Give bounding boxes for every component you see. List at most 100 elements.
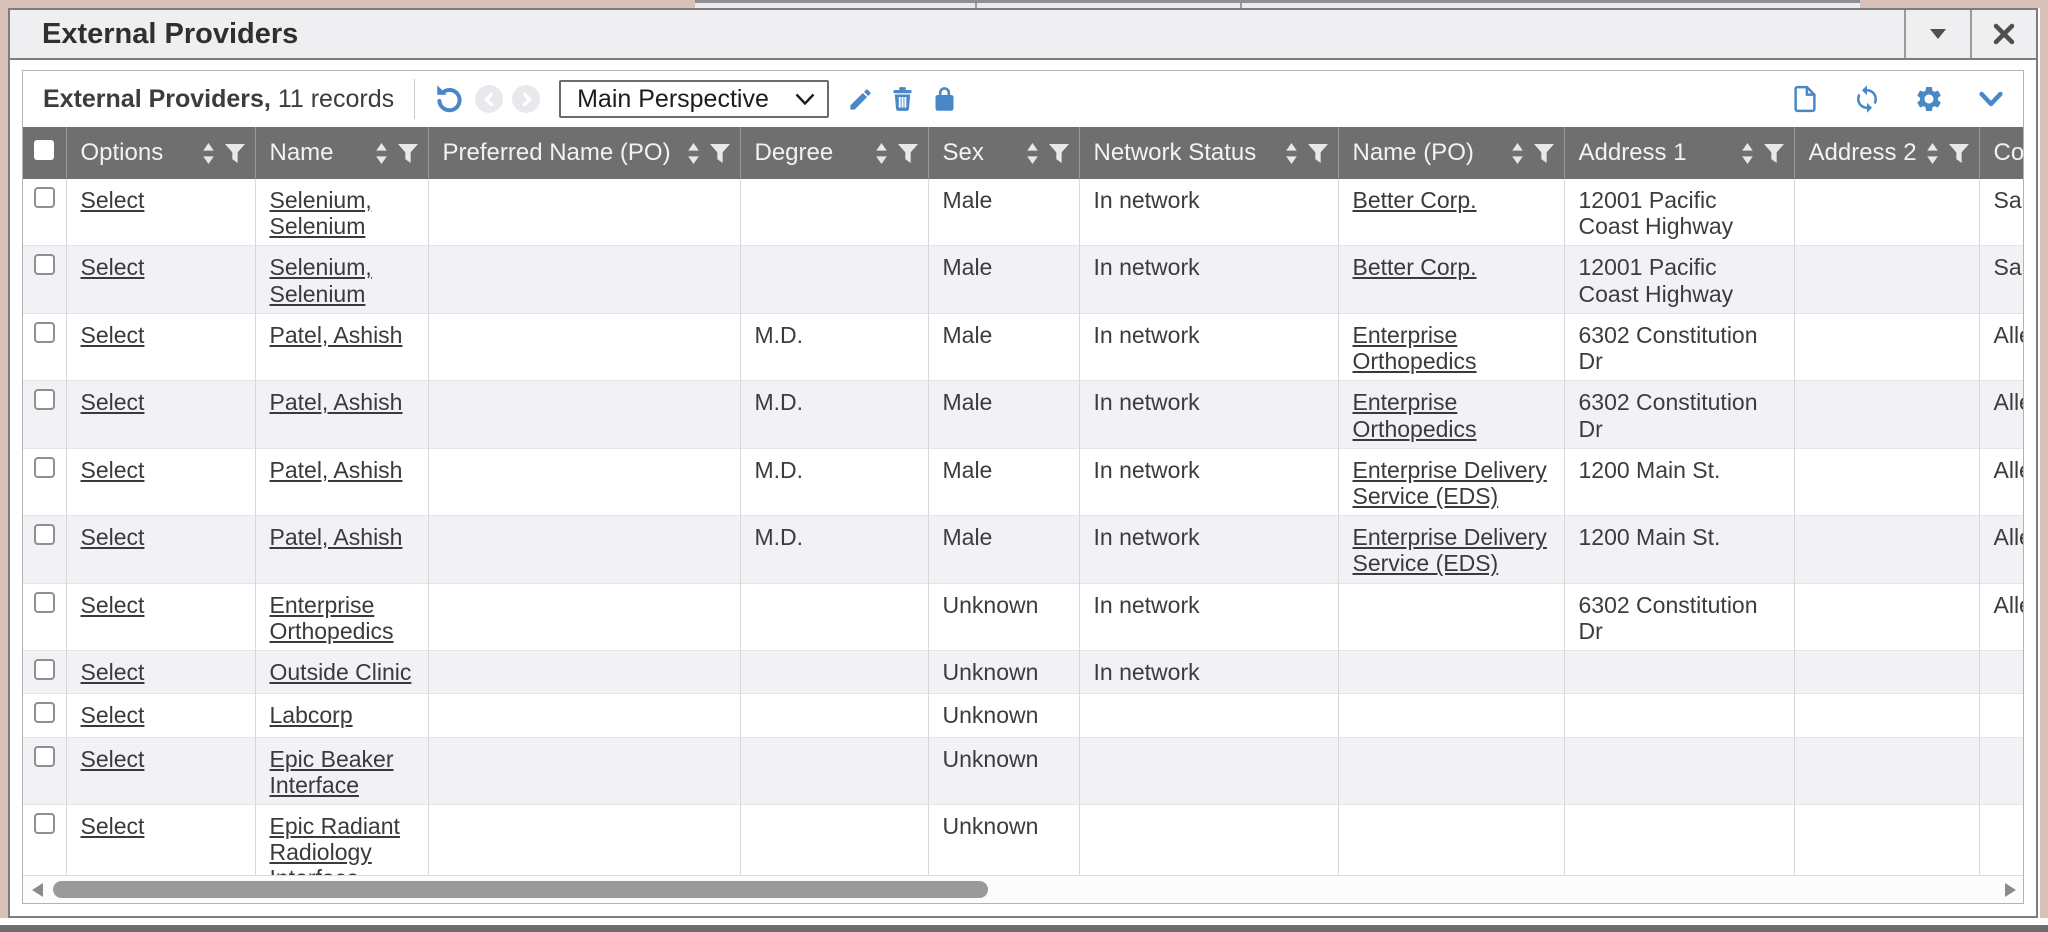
close-icon — [1992, 22, 2016, 46]
column-header-address2[interactable]: Address 2 — [1794, 127, 1979, 179]
filter-funnel-icon[interactable] — [1764, 144, 1784, 163]
row-checkbox[interactable] — [34, 702, 55, 723]
row-checkbox[interactable] — [34, 659, 55, 680]
options-link[interactable]: Select — [81, 702, 145, 728]
name-link[interactable]: Epic Beaker Interface — [270, 746, 394, 798]
sort-icon[interactable] — [1025, 143, 1040, 164]
undo-button[interactable] — [433, 83, 465, 115]
scroll-right-icon[interactable] — [2005, 883, 2016, 897]
scroll-left-icon[interactable] — [32, 883, 43, 897]
name_po-link[interactable]: Enterprise Orthopedics — [1353, 322, 1477, 374]
refresh-button[interactable] — [1851, 83, 1883, 115]
window-close-button[interactable] — [1970, 10, 2036, 58]
options-link[interactable]: Select — [81, 322, 145, 348]
new-record-button[interactable] — [1789, 83, 1821, 115]
sort-icon[interactable] — [1740, 143, 1755, 164]
row-checkbox[interactable] — [34, 389, 55, 410]
address2-cell — [1794, 583, 1979, 650]
window-menu-button[interactable] — [1904, 10, 1970, 58]
lock-perspective-button[interactable] — [929, 83, 961, 115]
filter-funnel-icon[interactable] — [1308, 144, 1328, 163]
settings-button[interactable] — [1913, 83, 1945, 115]
options-link[interactable]: Select — [81, 524, 145, 550]
name-link[interactable]: Patel, Ashish — [270, 524, 403, 550]
column-header-options[interactable]: Options — [66, 127, 255, 179]
sort-icon[interactable] — [374, 143, 389, 164]
address1-cell — [1564, 651, 1794, 694]
filter-funnel-icon[interactable] — [898, 144, 918, 163]
table-row: SelectSelenium, SeleniumMaleIn networkBe… — [23, 179, 2023, 246]
row-checkbox[interactable] — [34, 813, 55, 834]
options-link[interactable]: Select — [81, 813, 145, 839]
name-link[interactable]: Patel, Ashish — [270, 457, 403, 483]
filter-funnel-icon[interactable] — [225, 144, 245, 163]
options-link[interactable]: Select — [81, 254, 145, 280]
name-link[interactable]: Outside Clinic — [270, 659, 412, 685]
name-link[interactable]: Epic Radiant Radiology Interface — [270, 813, 400, 875]
name-link[interactable]: Patel, Ashish — [270, 389, 403, 415]
previous-page-button[interactable] — [475, 85, 503, 113]
collapse-toolbar-button[interactable] — [1975, 83, 2007, 115]
row-checkbox[interactable] — [34, 187, 55, 208]
external-providers-grid: External Providers, 11 records Main Pers… — [22, 70, 2024, 904]
row-checkbox[interactable] — [34, 322, 55, 343]
row-checkbox[interactable] — [34, 254, 55, 275]
row-checkbox[interactable] — [34, 457, 55, 478]
name_po-link[interactable]: Enterprise Delivery Service (EDS) — [1353, 457, 1547, 509]
options-link[interactable]: Select — [81, 389, 145, 415]
filter-funnel-icon[interactable] — [1949, 144, 1969, 163]
filter-funnel-icon[interactable] — [398, 144, 418, 163]
options-link[interactable]: Select — [81, 187, 145, 213]
row-checkbox[interactable] — [34, 592, 55, 613]
name_po-link[interactable]: Enterprise Delivery Service (EDS) — [1353, 524, 1547, 576]
row-checkbox[interactable] — [34, 524, 55, 545]
address2-cell — [1794, 448, 1979, 515]
name-link[interactable]: Labcorp — [270, 702, 353, 728]
column-header-address1[interactable]: Address 1 — [1564, 127, 1794, 179]
scrollbar-thumb[interactable] — [53, 881, 988, 898]
sort-icon[interactable] — [1510, 143, 1525, 164]
name_po-link[interactable]: Better Corp. — [1353, 187, 1477, 213]
column-header-preferred_name[interactable]: Preferred Name (PO) — [428, 127, 740, 179]
name-link[interactable]: Selenium, Selenium — [270, 254, 372, 306]
network_status-cell — [1079, 804, 1338, 875]
options-link[interactable]: Select — [81, 457, 145, 483]
sort-icon[interactable] — [1925, 143, 1940, 164]
select-all-checkbox[interactable] — [34, 140, 54, 160]
network_status-cell: In network — [1079, 381, 1338, 448]
toolbar-divider — [414, 79, 415, 119]
network_status-cell — [1079, 737, 1338, 804]
sort-icon[interactable] — [201, 143, 216, 164]
perspective-select[interactable]: Main Perspective — [559, 80, 829, 118]
column-header-county[interactable]: County — [1979, 127, 2023, 179]
preferred_name-cell — [428, 179, 740, 246]
sort-icon[interactable] — [874, 143, 889, 164]
name_po-link[interactable]: Better Corp. — [1353, 254, 1477, 280]
name_po-link[interactable]: Enterprise Orthopedics — [1353, 389, 1477, 441]
name-link[interactable]: Patel, Ashish — [270, 322, 403, 348]
sort-icon[interactable] — [686, 143, 701, 164]
column-header-name_po[interactable]: Name (PO) — [1338, 127, 1564, 179]
horizontal-scrollbar[interactable] — [23, 875, 2023, 903]
filter-funnel-icon[interactable] — [1049, 144, 1069, 163]
filter-funnel-icon[interactable] — [1534, 144, 1554, 163]
name-link[interactable]: Enterprise Orthopedics — [270, 592, 394, 644]
edit-perspective-button[interactable] — [845, 83, 877, 115]
sort-icon[interactable] — [1284, 143, 1299, 164]
name-link[interactable]: Selenium, Selenium — [270, 187, 372, 239]
column-header-name[interactable]: Name — [255, 127, 428, 179]
column-header-network_status[interactable]: Network Status — [1079, 127, 1338, 179]
name_po-cell — [1338, 583, 1564, 650]
table-header-row: OptionsNamePreferred Name (PO)DegreeSexN… — [23, 127, 2023, 179]
next-page-button[interactable] — [512, 85, 540, 113]
column-header-degree[interactable]: Degree — [740, 127, 928, 179]
options-link[interactable]: Select — [81, 746, 145, 772]
row-checkbox[interactable] — [34, 746, 55, 767]
options-link[interactable]: Select — [81, 592, 145, 618]
filter-funnel-icon[interactable] — [710, 144, 730, 163]
next-icon — [520, 93, 533, 106]
preferred_name-cell — [428, 313, 740, 380]
options-link[interactable]: Select — [81, 659, 145, 685]
column-header-sex[interactable]: Sex — [928, 127, 1079, 179]
delete-perspective-button[interactable] — [887, 83, 919, 115]
